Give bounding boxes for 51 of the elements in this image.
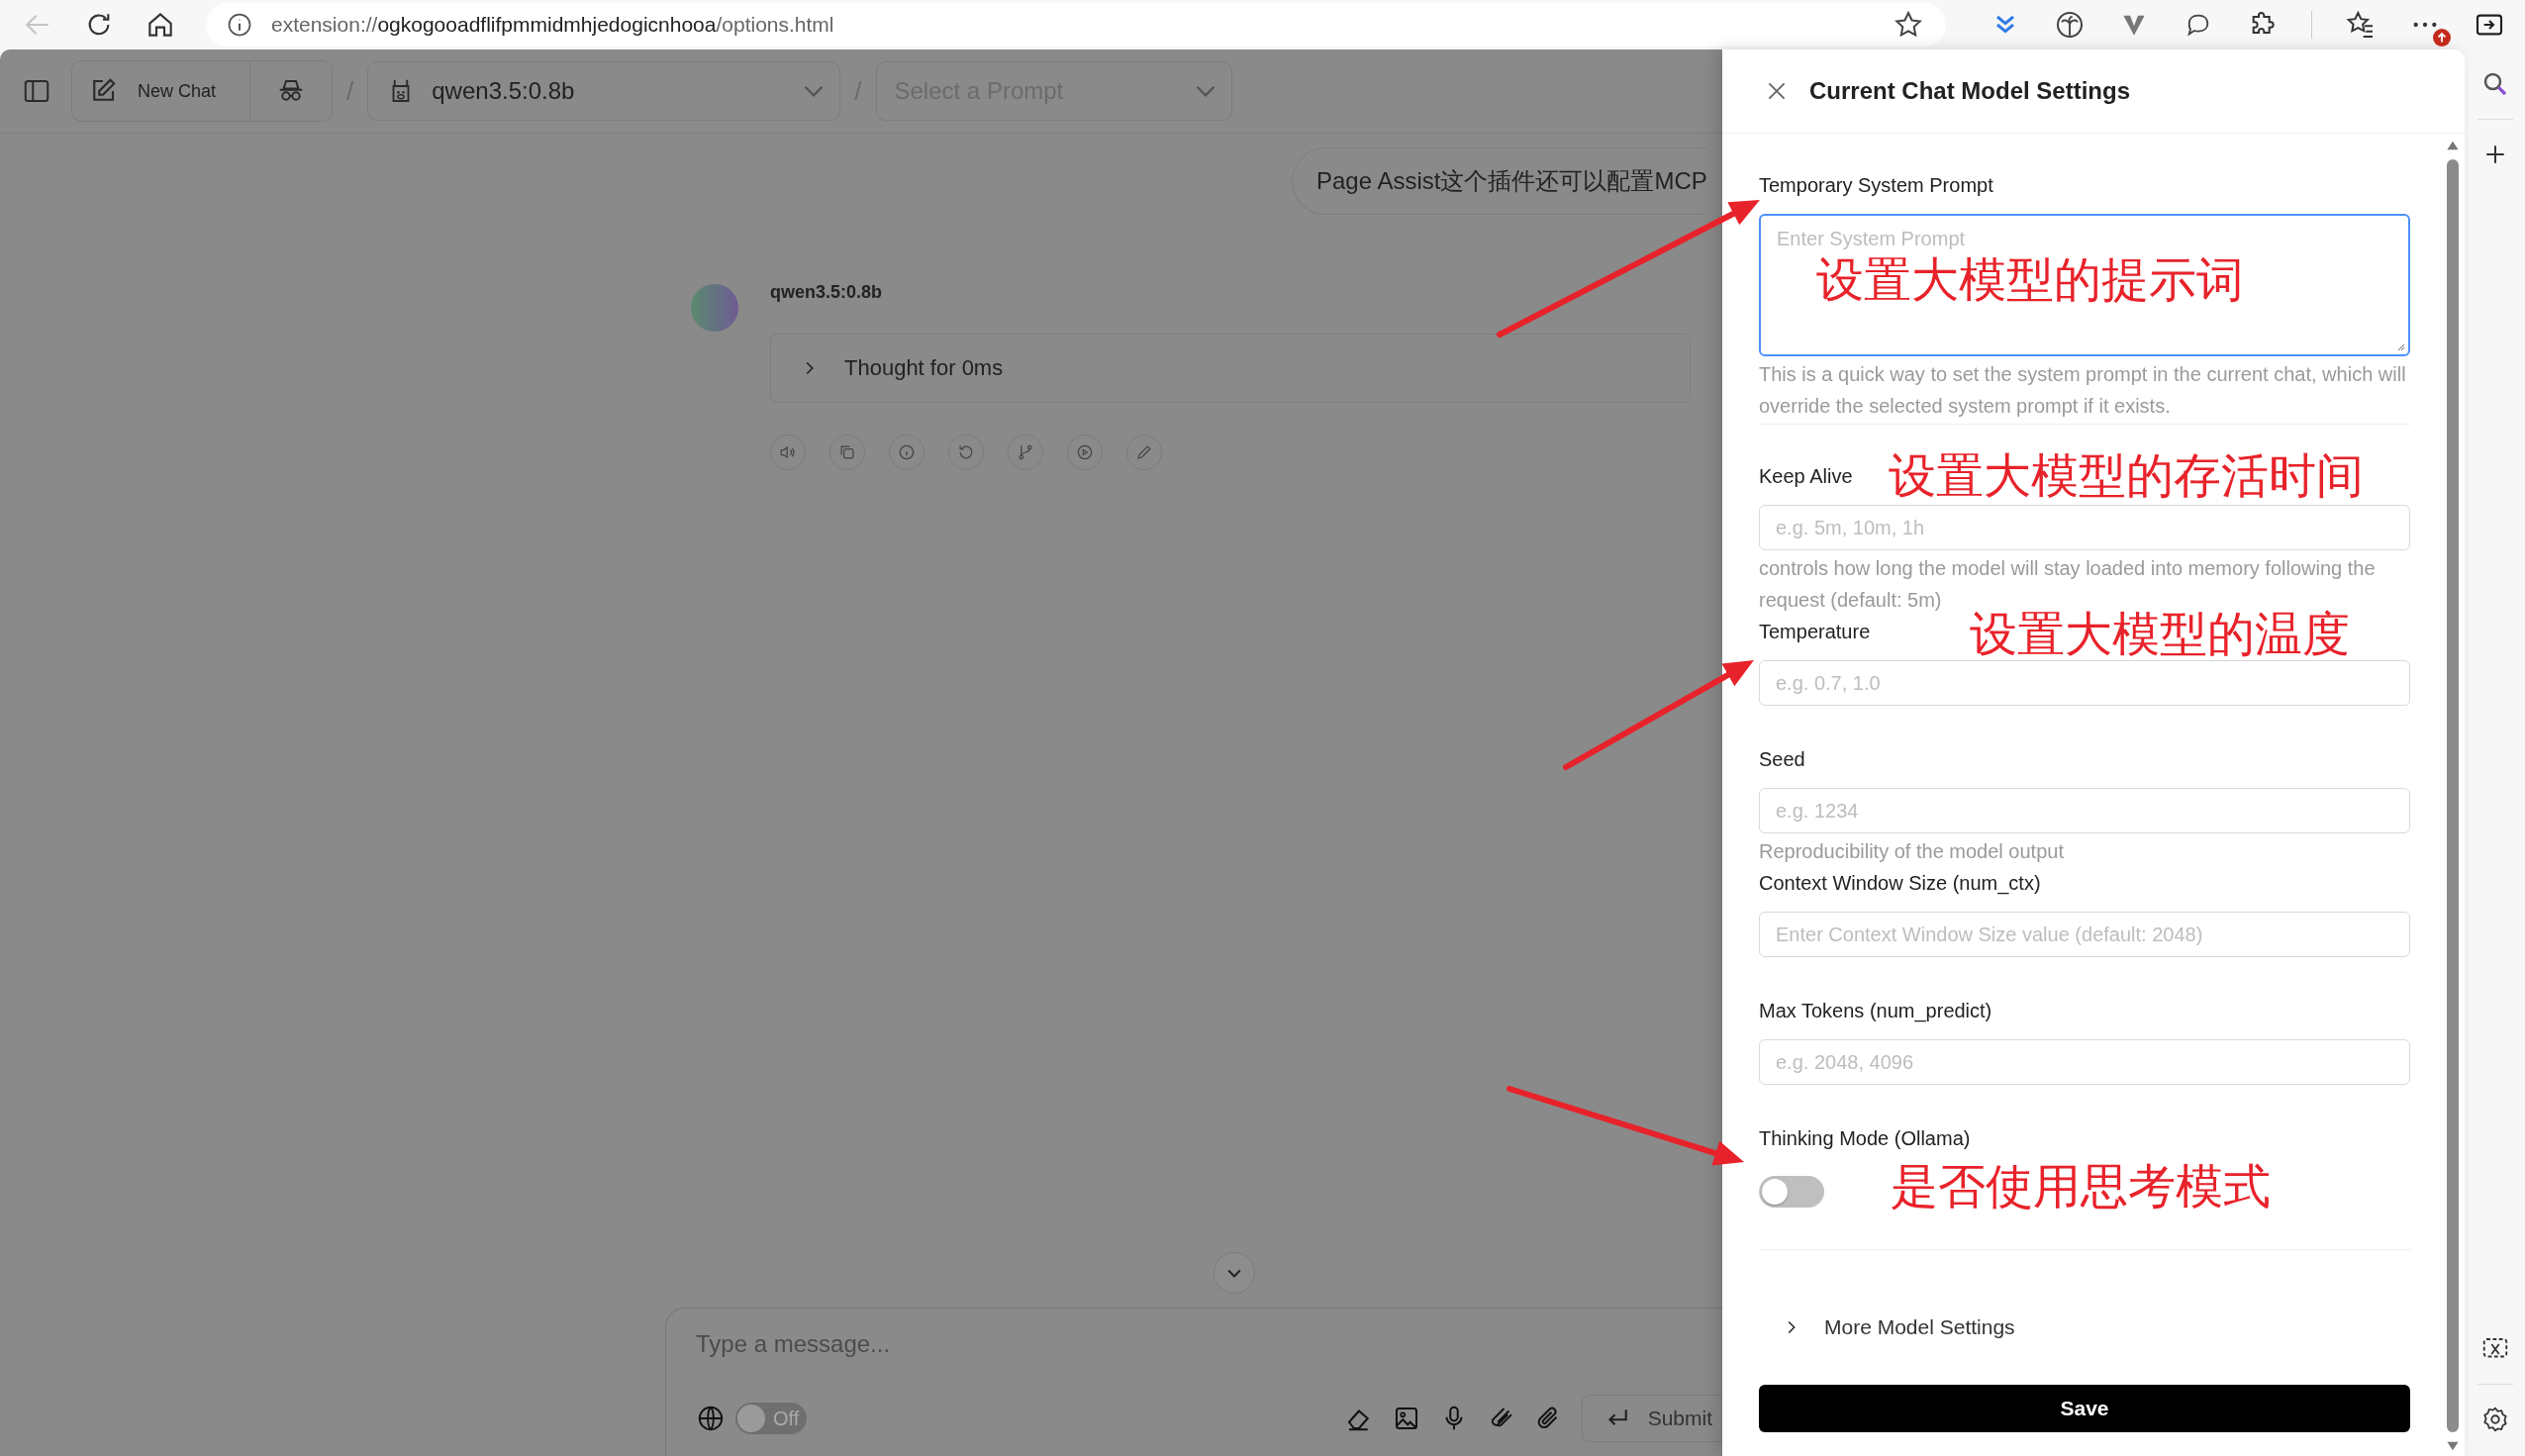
drawer-title: Current Chat Model Settings [1809,77,2130,105]
annotation-text: 是否使用思考模式 [1891,1158,2271,1213]
scrollbar-thumb[interactable] [2446,159,2459,1432]
field-label: Seed [1759,747,1805,772]
input-field[interactable]: e.g. 2048, 4096 [1759,1039,2410,1085]
address-bar[interactable]: extension://ogkogooadflifpmmidmhjedogicnhooa/options.html [206,3,1946,47]
field-placeholder: Enter System Prompt [1777,228,1966,249]
breadcrumb-separator: / [346,75,354,107]
info-icon[interactable] [226,11,253,39]
play-icon [1075,442,1095,462]
field-placeholder: e.g. 2048, 4096 [1776,1050,1913,1075]
field-placeholder: Enter Context Window Size value (default: 2048) [1776,922,2203,947]
message-placeholder: Type a message... [696,1329,892,1359]
scroll-up-icon[interactable] [2445,140,2460,151]
field-placeholder: e.g. 0.7, 1.0 [1776,671,1881,696]
more-settings-toggle[interactable]: More Model Settings [1759,1308,2015,1347]
globe-icon[interactable] [696,1404,726,1433]
field-label: Max Tokens (num_predict) [1759,999,1992,1024]
field-placeholder: e.g. 1234 [1776,799,1859,824]
url-text: extension://ogkogooadflifpmmidmhjedogicnhooa/options.html [271,13,835,37]
annotation-text: 设置大模型的存活时间 [1889,447,2364,503]
input-field[interactable]: Enter Context Window Size value (default: 2048) [1759,912,2410,957]
info-icon [897,442,917,462]
model-name: qwen3.5:0.8b [432,77,576,105]
breadcrumb-separator: / [854,75,862,107]
help-text: This is a quick way to set the system prompt in the current chat, which will override the selected system prompt if it exists. [1759,362,2407,419]
model-name: qwen3.5:0.8b [770,281,884,304]
web-search-toggle[interactable]: Off [735,1403,807,1434]
help-text: Reproducibility of the model output [1759,839,2065,864]
resize-handle-icon[interactable] [2395,341,2405,351]
chevron-down-icon [804,85,825,97]
field-placeholder: e.g. 5m, 10m, 1h [1776,516,1925,540]
field-label: Temperature [1759,620,1871,644]
avatar [691,284,738,332]
palm-tree-icon[interactable] [2054,9,2086,41]
input-field[interactable]: e.g. 5m, 10m, 1h [1759,505,2410,550]
thinking-mode-switch[interactable] [1759,1176,1824,1208]
chevron-down-icon [1195,85,1215,97]
field-label: Temporary System Prompt [1759,173,1993,198]
annotation-text: 设置大模型的提示词 [1816,251,2244,307]
scroll-down-icon[interactable] [2445,1440,2460,1452]
chevron-down-icon [1227,1268,1241,1278]
save-button[interactable]: Save [1759,1385,2410,1432]
input-field[interactable]: e.g. 1234 [1759,788,2410,833]
field-label: Keep Alive [1759,464,1853,489]
thought-toggle[interactable]: Thought for 0ms [770,334,1691,403]
field-label: Context Window Size (num_ctx) [1759,871,2041,897]
field-label: Thinking Mode (Ollama) [1759,1126,1971,1151]
model-select[interactable]: qwen3.5:0.8b [367,61,841,121]
input-field[interactable]: e.g. 0.7, 1.0 [1759,660,2410,706]
pencil-icon [1134,442,1154,462]
